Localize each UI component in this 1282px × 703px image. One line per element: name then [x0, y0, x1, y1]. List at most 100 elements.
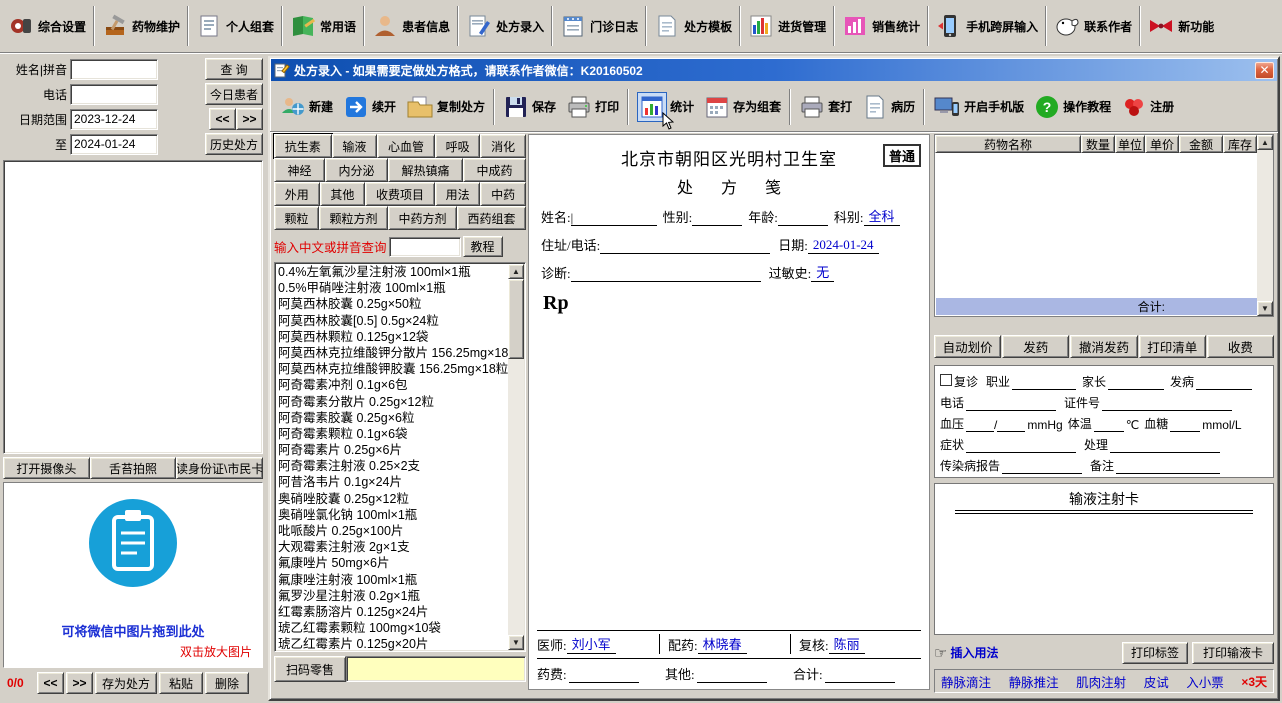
toolbar-item-common-phrases[interactable]: 常用语 [285, 3, 361, 49]
other-blank[interactable] [697, 668, 767, 683]
drug-list-item[interactable]: 阿昔洛韦片 0.1g×24片 [275, 474, 525, 490]
category-button[interactable]: 神经 [274, 158, 325, 182]
copy-prescription-button[interactable]: 复制处方 [401, 86, 490, 128]
scroll-thumb[interactable] [508, 279, 524, 359]
category-button[interactable]: 外用 [274, 182, 320, 206]
tongue-photo-button[interactable]: 舌苔拍照 [90, 457, 177, 479]
remark-blank[interactable] [1116, 460, 1220, 474]
drug-list-item[interactable]: 阿莫西林颗粒 0.125g×12袋 [275, 329, 525, 345]
new-button[interactable]: 新建 [275, 86, 338, 128]
date-range-next-button[interactable]: >> [236, 108, 263, 130]
image-prev-button[interactable]: << [37, 672, 64, 694]
print-list-button[interactable]: 打印清单 [1139, 335, 1206, 358]
days-multiplier-label[interactable]: ×3天 [1241, 673, 1267, 690]
drug-list-item[interactable]: 0.4%左氧氟沙星注射液 100ml×1瓶 [275, 264, 525, 280]
category-button[interactable]: 颗粒 [274, 206, 319, 230]
save-as-set-button[interactable]: 存为组套 [699, 86, 786, 128]
read-idcard-button[interactable]: 读身份证\市民卡 [176, 457, 263, 479]
address-blank[interactable] [600, 238, 770, 254]
charge-button[interactable]: 收费 [1207, 335, 1274, 358]
register-button[interactable]: 注册 [1116, 86, 1179, 128]
col-drug-name[interactable]: 药物名称 [935, 135, 1081, 153]
drug-list-item[interactable]: 吡哌酸片 0.25g×100片 [275, 523, 525, 539]
auto-price-button[interactable]: 自动划价 [934, 335, 1001, 358]
insert-usage-button[interactable]: ☞ 插入用法 [934, 644, 998, 662]
search-tutorial-button[interactable]: 教程 [463, 236, 503, 257]
category-button[interactable]: 其他 [320, 182, 366, 206]
category-button[interactable]: 用法 [435, 182, 481, 206]
toolbar-item-purchase-management[interactable]: 进货管理 [743, 3, 831, 49]
name-pinyin-input[interactable] [70, 59, 158, 80]
temp-blank[interactable] [1094, 418, 1124, 432]
query-button[interactable]: 查 询 [205, 58, 263, 80]
dispenser-value[interactable]: 林晓春 [698, 634, 747, 654]
toolbar-item-personal-set[interactable]: 个人组套 [191, 3, 279, 49]
category-button[interactable]: 内分泌 [325, 158, 388, 182]
today-patients-button[interactable]: 今日患者 [205, 83, 263, 105]
prescription-type-button[interactable]: 普通 [883, 144, 921, 167]
drug-list-item[interactable]: 阿奇霉素注射液 0.25×2支 [275, 458, 525, 474]
drug-list-item[interactable]: 阿莫西林克拉维酸钾胶囊 156.25mg×18粒 [275, 361, 525, 377]
glucose-blank[interactable] [1170, 418, 1200, 432]
tutorial-toolbar-button[interactable]: ? 操作教程 [1029, 86, 1116, 128]
iv-push-button[interactable]: 静脉推注 [1009, 672, 1059, 691]
category-button[interactable]: 解热镇痛 [388, 158, 463, 182]
iv-drip-button[interactable]: 静脉滴注 [941, 672, 991, 691]
drug-list-item[interactable]: 阿奇霉素分散片 0.25g×12粒 [275, 394, 525, 410]
drug-list-item[interactable]: 氟康唑片 50mg×6片 [275, 555, 525, 571]
parent-blank[interactable] [1108, 376, 1164, 390]
col-quantity[interactable]: 数量 [1081, 135, 1115, 153]
onset-blank[interactable] [1196, 376, 1252, 390]
undo-dispense-button[interactable]: 撤消发药 [1070, 335, 1137, 358]
total-blank[interactable] [825, 668, 895, 683]
toolbar-item-mobile-input[interactable]: 手机跨屏输入 [931, 3, 1043, 49]
delete-button[interactable]: 删除 [205, 672, 249, 694]
toolbar-item-prescription-entry[interactable]: 处方录入 [461, 3, 549, 49]
name-blank[interactable]: | [571, 210, 657, 226]
allergy-value[interactable]: 无 [811, 262, 834, 282]
enable-mobile-button[interactable]: 开启手机版 [928, 86, 1029, 128]
col-price[interactable]: 单价 [1145, 135, 1179, 153]
category-button[interactable]: 消化 [480, 134, 526, 158]
scroll-down-button[interactable]: ▼ [508, 635, 524, 650]
save-button[interactable]: 保存 [498, 86, 561, 128]
drug-list-item[interactable]: 琥乙红霉素片 0.125g×20片 [275, 636, 525, 652]
reviewer-value[interactable]: 陈丽 [829, 634, 865, 654]
category-button[interactable]: 颗粒方剂 [319, 206, 388, 230]
drug-list-item[interactable]: 阿奇霉素片 0.25g×6片 [275, 442, 525, 458]
scroll-up-button[interactable]: ▲ [508, 264, 524, 279]
drug-search-input[interactable] [389, 237, 461, 257]
dept-value[interactable]: 全科 [864, 206, 900, 226]
date-range-prev-button[interactable]: << [209, 108, 236, 130]
category-button[interactable]: 西药组套 [457, 206, 526, 230]
category-button[interactable]: 抗生素 [274, 134, 332, 158]
image-drop-area[interactable]: 可将微信中图片拖到此处 双击放大图片 [3, 482, 263, 668]
history-prescriptions-button[interactable]: 历史处方 [205, 133, 263, 155]
drug-list-item[interactable]: 红霉素肠溶片 0.125g×24片 [275, 604, 525, 620]
scroll-up-button[interactable]: ▲ [1257, 135, 1273, 150]
toolbar-item-clinic-log[interactable]: 门诊日志 [555, 3, 643, 49]
scroll-down-button[interactable]: ▼ [1257, 301, 1273, 316]
fee-blank[interactable] [569, 668, 639, 683]
category-button[interactable]: 收费项目 [365, 182, 435, 206]
drug-list-item[interactable]: 琥乙红霉素颗粒 100mg×10袋 [275, 620, 525, 636]
scan-retail-input[interactable] [346, 656, 526, 682]
drug-list-item[interactable]: 阿莫西林克拉维酸钾分散片 156.25mg×18 [275, 345, 525, 361]
medical-record-button[interactable]: 病历 [857, 86, 920, 128]
window-titlebar[interactable]: 处方录入 - 如果需要定做处方格式，请联系作者微信：K20160502 ✕ [271, 59, 1277, 81]
drug-list-item[interactable]: 阿莫西林胶囊[0.5] 0.5g×24粒 [275, 313, 525, 329]
category-button[interactable]: 中药方剂 [388, 206, 457, 230]
occupation-blank[interactable] [1012, 376, 1076, 390]
bp-dia-blank[interactable] [997, 418, 1025, 432]
category-button[interactable]: 心血管 [377, 134, 435, 158]
col-unit[interactable]: 单位 [1115, 135, 1145, 153]
age-blank[interactable] [778, 210, 828, 226]
toolbar-item-contact-author[interactable]: 联系作者 [1049, 3, 1137, 49]
drug-list-item[interactable]: 阿奇霉素胶囊 0.25g×6粒 [275, 410, 525, 426]
drug-list-item[interactable]: 阿奇霉素冲剂 0.1g×6包 [275, 377, 525, 393]
drug-list-item[interactable]: 奥硝唑氯化钠 100ml×1瓶 [275, 507, 525, 523]
intramuscular-button[interactable]: 肌肉注射 [1076, 672, 1126, 691]
print-button[interactable]: 打印 [561, 86, 624, 128]
phone-input[interactable] [70, 84, 158, 105]
drug-list-item[interactable]: 阿奇霉素颗粒 0.1g×6袋 [275, 426, 525, 442]
